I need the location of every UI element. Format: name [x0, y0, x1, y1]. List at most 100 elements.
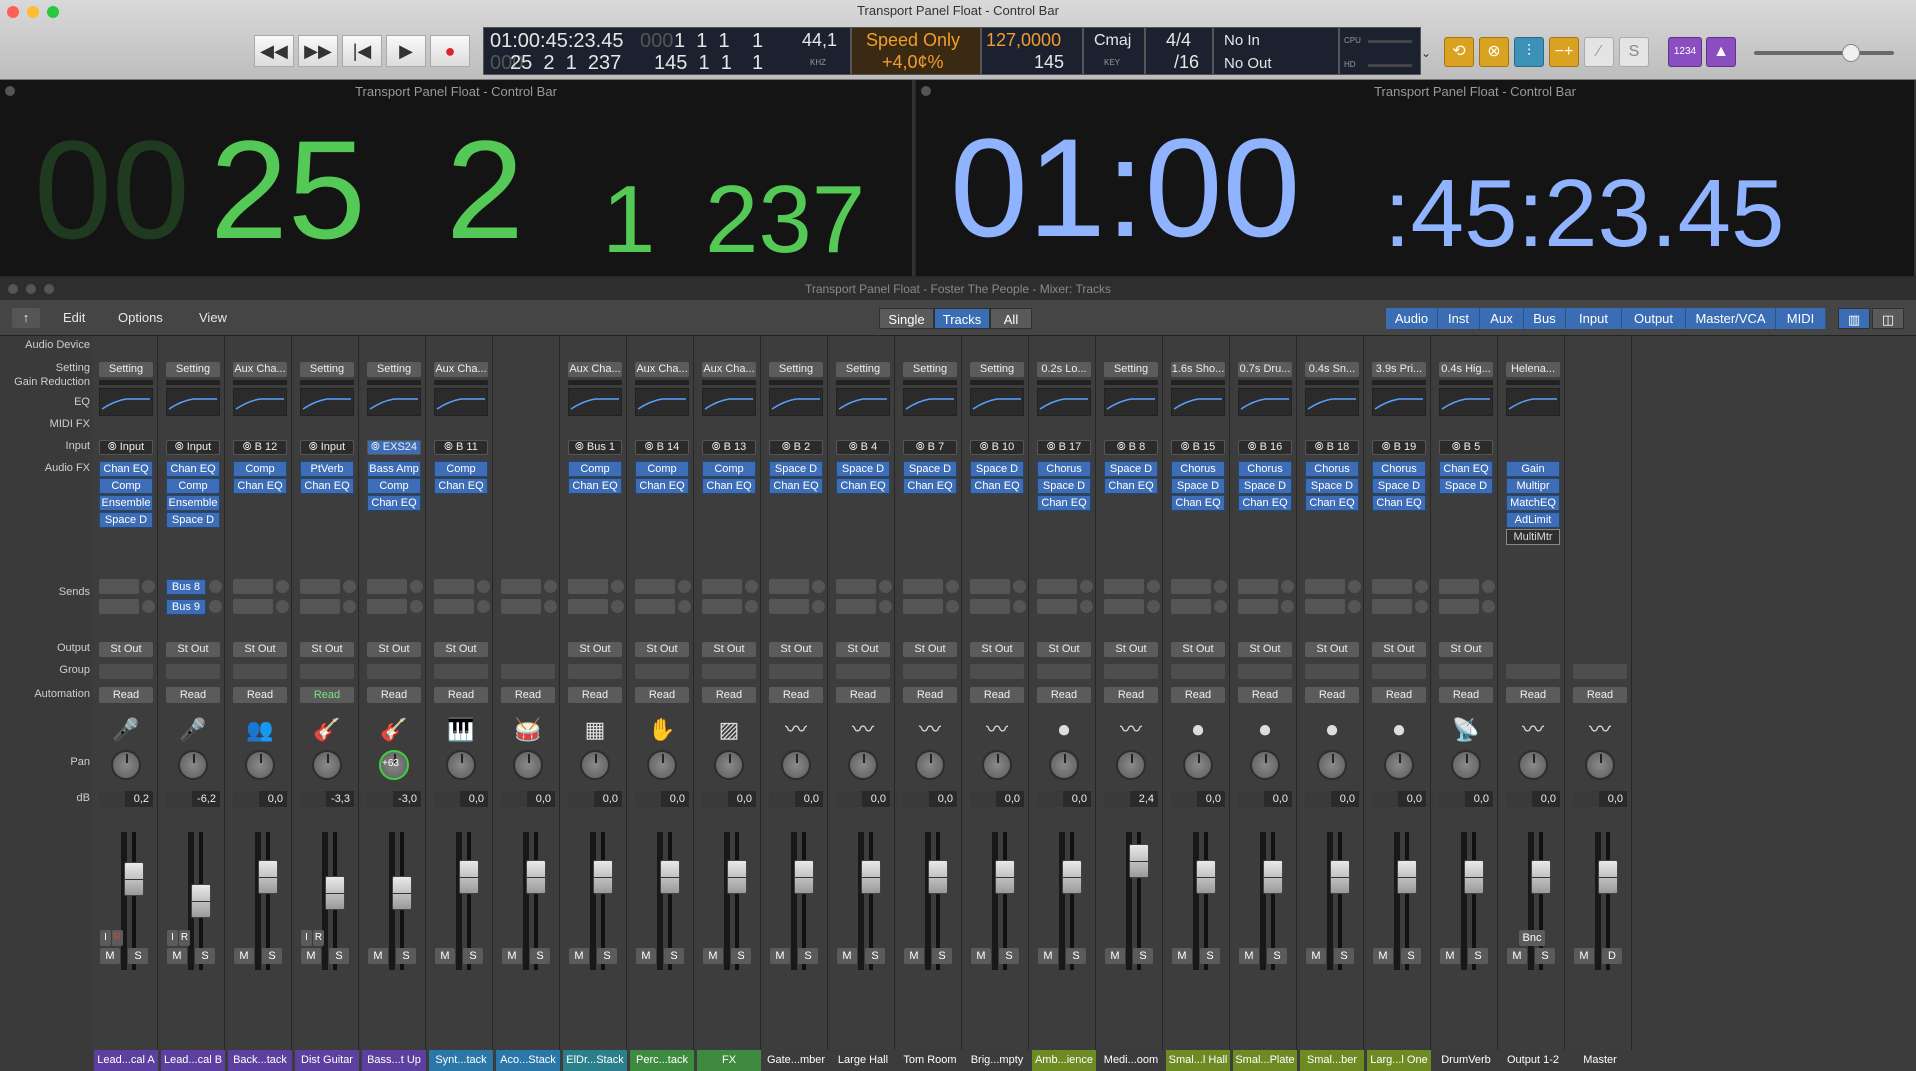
- track-name[interactable]: Gate...mber: [764, 1050, 828, 1071]
- pan-knob[interactable]: [714, 750, 744, 780]
- automation-mode[interactable]: Read: [1104, 687, 1158, 703]
- send-slot[interactable]: [1305, 579, 1345, 594]
- audio-fx-slot[interactable]: Chan EQ: [99, 461, 153, 477]
- send-slot[interactable]: [635, 579, 675, 594]
- send-slot[interactable]: [970, 599, 1010, 614]
- mute-button[interactable]: M: [1306, 948, 1326, 964]
- pan-knob[interactable]: [1317, 750, 1347, 780]
- volume-fader[interactable]: [526, 860, 546, 894]
- send-slot[interactable]: [1037, 599, 1077, 614]
- send-level-knob[interactable]: [946, 580, 959, 593]
- solo-button[interactable]: S: [1334, 948, 1354, 964]
- group-slot[interactable]: [367, 664, 421, 679]
- send-slot[interactable]: [1037, 579, 1077, 594]
- send-level-knob[interactable]: [678, 600, 691, 613]
- input-slot[interactable]: ⦾ Input: [300, 440, 354, 455]
- setting-button[interactable]: Setting: [1104, 362, 1158, 377]
- send-slot[interactable]: [769, 599, 809, 614]
- record-enable-button[interactable]: R: [313, 930, 324, 946]
- eq-thumbnail[interactable]: [99, 388, 153, 416]
- automation-mode[interactable]: Read: [769, 687, 823, 703]
- send-slot[interactable]: [434, 599, 474, 614]
- volume-fader[interactable]: [1263, 860, 1283, 894]
- group-slot[interactable]: [635, 664, 689, 679]
- solo-icon[interactable]: S: [1619, 37, 1649, 67]
- input-slot[interactable]: ⦾ B 17: [1037, 440, 1091, 455]
- audio-fx-slot[interactable]: Comp: [367, 478, 421, 494]
- volume-db-readout[interactable]: 0,0: [1238, 791, 1292, 807]
- audio-fx-slot[interactable]: MatchEQ: [1506, 495, 1560, 511]
- send-level-knob[interactable]: [745, 580, 758, 593]
- volume-fader[interactable]: [861, 860, 881, 894]
- send-level-knob[interactable]: [1482, 600, 1495, 613]
- volume-db-readout[interactable]: -3,0: [367, 791, 421, 807]
- volume-fader[interactable]: [995, 860, 1015, 894]
- mixer-minimize-button[interactable]: [26, 284, 36, 294]
- send-level-knob[interactable]: [1214, 580, 1227, 593]
- volume-fader[interactable]: [1598, 860, 1618, 894]
- send-level-knob[interactable]: [611, 600, 624, 613]
- track-name[interactable]: Smal...Plate: [1233, 1050, 1297, 1071]
- eq-thumbnail[interactable]: [1104, 388, 1158, 416]
- setting-button[interactable]: Setting: [903, 362, 957, 377]
- audio-fx-slot[interactable]: Chan EQ: [166, 461, 220, 477]
- volume-db-readout[interactable]: 0,0: [1037, 791, 1091, 807]
- mute-button[interactable]: M: [1038, 948, 1058, 964]
- eq-thumbnail[interactable]: [1171, 388, 1225, 416]
- input-slot[interactable]: ⦾ B 2: [769, 440, 823, 455]
- solo-button[interactable]: S: [396, 948, 416, 964]
- solo-button[interactable]: S: [731, 948, 751, 964]
- track-name[interactable]: Aco...Stack: [496, 1050, 560, 1071]
- setting-button[interactable]: Helena...: [1506, 362, 1560, 377]
- audio-fx-slot[interactable]: Chan EQ: [367, 495, 421, 511]
- pan-knob[interactable]: [1049, 750, 1079, 780]
- send-level-knob[interactable]: [611, 580, 624, 593]
- mute-button[interactable]: M: [1440, 948, 1460, 964]
- send-slot[interactable]: [1439, 599, 1479, 614]
- audio-fx-slot[interactable]: Chorus: [1171, 461, 1225, 477]
- input-slot[interactable]: ⦾ B 16: [1238, 440, 1292, 455]
- audio-fx-slot[interactable]: PtVerb: [300, 461, 354, 477]
- setting-button[interactable]: 0.4s Hig...: [1439, 362, 1493, 377]
- filter-midi[interactable]: MIDI: [1776, 308, 1826, 329]
- volume-db-readout[interactable]: 0,0: [1573, 791, 1627, 807]
- filter-output[interactable]: Output: [1622, 308, 1686, 329]
- record-enable-button[interactable]: R: [112, 930, 123, 946]
- send-slot[interactable]: [970, 579, 1010, 594]
- solo-button[interactable]: S: [1535, 948, 1555, 964]
- input-monitor-button[interactable]: I: [301, 930, 312, 946]
- setting-button[interactable]: Aux Cha...: [434, 362, 488, 377]
- view-tracks[interactable]: Tracks: [934, 308, 990, 329]
- send-slot[interactable]: [99, 599, 139, 614]
- audio-fx-slot[interactable]: Comp: [99, 478, 153, 494]
- send-slot[interactable]: [99, 579, 139, 594]
- volume-fader[interactable]: [1196, 860, 1216, 894]
- output-slot[interactable]: St Out: [166, 642, 220, 657]
- input-slot[interactable]: ⦾ B 4: [836, 440, 890, 455]
- audio-fx-slot[interactable]: Chan EQ: [300, 478, 354, 494]
- automation-mode[interactable]: Read: [568, 687, 622, 703]
- send-level-knob[interactable]: [812, 580, 825, 593]
- output-slot[interactable]: St Out: [702, 642, 756, 657]
- group-slot[interactable]: [1372, 664, 1426, 679]
- volume-fader[interactable]: [1129, 844, 1149, 878]
- chevron-down-icon[interactable]: ⌄: [1421, 46, 1431, 60]
- volume-db-readout[interactable]: 0,0: [1506, 791, 1560, 807]
- output-slot[interactable]: St Out: [1171, 642, 1225, 657]
- mute-button[interactable]: M: [435, 948, 455, 964]
- setting-button[interactable]: Aux Cha...: [568, 362, 622, 377]
- menu-edit[interactable]: Edit: [63, 308, 85, 328]
- volume-db-readout[interactable]: 0,0: [1305, 791, 1359, 807]
- audio-fx-slot[interactable]: Comp: [702, 461, 756, 477]
- send-slot[interactable]: [702, 579, 742, 594]
- volume-fader[interactable]: [1531, 860, 1551, 894]
- send-slot[interactable]: [367, 599, 407, 614]
- audio-fx-slot[interactable]: Space D: [769, 461, 823, 477]
- track-name[interactable]: Tom Room: [898, 1050, 962, 1071]
- pan-knob[interactable]: [178, 750, 208, 780]
- audio-fx-slot[interactable]: Chan EQ: [635, 478, 689, 494]
- audio-fx-slot[interactable]: Space D: [1305, 478, 1359, 494]
- automation-mode[interactable]: Read: [1506, 687, 1560, 703]
- group-slot[interactable]: [903, 664, 957, 679]
- solo-button[interactable]: S: [999, 948, 1019, 964]
